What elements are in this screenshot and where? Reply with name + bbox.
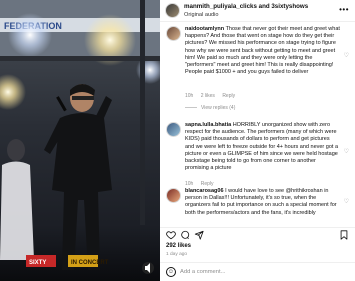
comment: blancarosag06 I would have love to see @… [160,186,355,226]
view-replies-button[interactable]: View replies (4) [185,105,235,111]
post-dialog: FEDERATION SIXTY [0,0,355,281]
post-date: 1 day ago [166,252,188,257]
stage-light [8,13,52,57]
comment-body: sapna.lulla.bhatia HORRIBLY unorganized … [185,122,340,172]
comment-body: naidootamlynn Those that never got their… [185,26,340,76]
audio-label[interactable]: Original audio [184,12,219,18]
commenter-avatar[interactable] [166,122,181,137]
commenter-avatar[interactable] [166,188,181,203]
author-avatar[interactable] [165,3,180,18]
more-horizontal-icon[interactable]: ••• [339,5,349,14]
svg-text:SIXTY: SIXTY [29,260,46,266]
svg-text:IN CONCERT: IN CONCERT [71,260,109,266]
comment: naidootamlynn Those that never got their… [160,24,355,114]
comment-likes[interactable]: 2 likes [201,93,215,99]
emoji-icon[interactable]: ☺ [166,267,176,277]
post-photo[interactable]: FEDERATION SIXTY [0,0,160,281]
send-icon[interactable] [194,230,204,243]
commenter-username[interactable]: blancarosag06 [185,188,224,194]
post-header: manmith_puliyala_clicks and 3sixtyshows … [160,0,355,22]
comment-text: HORRIBLY unorganized show with zero resp… [185,122,339,172]
comment-like-icon[interactable]: ♡ [344,198,349,205]
comment-like-icon[interactable]: ♡ [344,148,349,155]
comment-age: 10h [185,93,194,99]
comment: sapna.lulla.bhatia HORRIBLY unorganized … [160,120,355,190]
comment-text: Those that never got their meet and gree… [185,26,340,76]
stage-light [0,74,26,110]
add-comment-bar: ☺ [160,262,355,281]
view-replies-label: View replies (4) [201,105,236,111]
post-actions [160,227,355,241]
commenter-username[interactable]: sapna.lulla.bhatia [185,122,231,128]
comment-body: blancarosag06 I would have love to see @… [185,188,340,217]
commenter-avatar[interactable] [166,26,181,41]
commenter-username[interactable]: naidootamlynn [185,26,224,32]
heart-icon[interactable] [166,230,176,243]
comment-input[interactable] [180,266,320,278]
author-username[interactable]: manmith_puliyala_clicks and 3sixtyshows [184,3,308,10]
comment-meta: 10h 2 likes Reply [185,93,241,99]
comment-like-icon[interactable]: ♡ [344,52,349,59]
post-details: manmith_puliyala_clicks and 3sixtyshows … [160,0,355,281]
comment-icon[interactable] [180,230,190,243]
like-count[interactable]: 292 likes [166,243,191,249]
bookmark-icon[interactable] [339,230,349,243]
reply-button[interactable]: Reply [222,93,235,99]
